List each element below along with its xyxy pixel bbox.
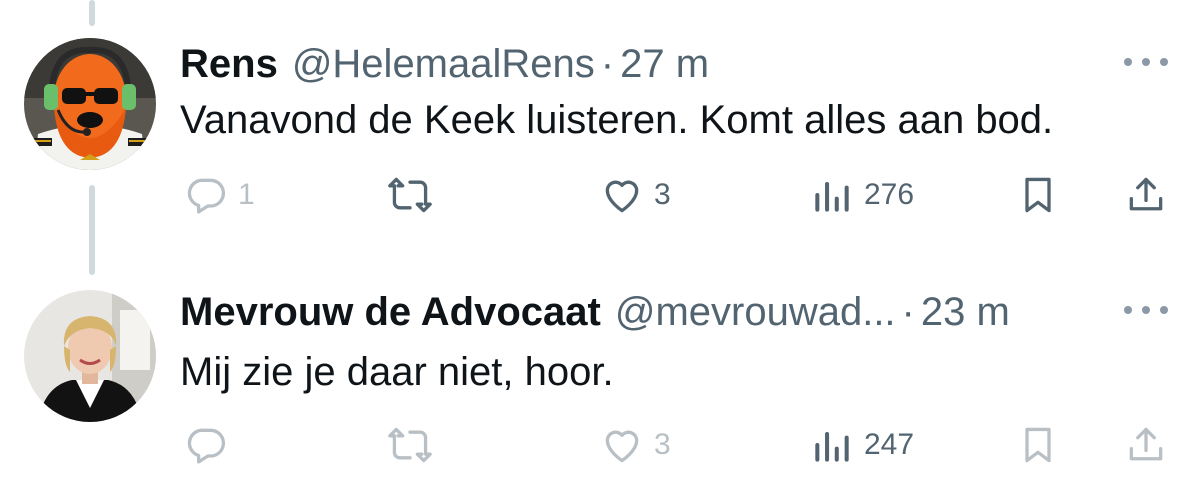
timestamp[interactable]: 23 m <box>921 290 1010 335</box>
heart-icon <box>605 430 639 463</box>
display-name[interactable]: Mevrouw de Advocaat <box>180 290 601 335</box>
action-bar: 3 247 <box>0 415 1200 475</box>
view-count: 247 <box>864 428 915 461</box>
like-count: 3 <box>654 428 671 461</box>
tweet-mevrouw[interactable]: Mevrouw de Advocaat @mevrouwad... · 23 m… <box>0 0 1200 494</box>
separator-dot: · <box>901 289 915 334</box>
bookmark-button[interactable] <box>1016 415 1060 475</box>
tweet-header: Mevrouw de Advocaat @mevrouwad... · 23 m <box>180 290 1010 334</box>
reply-button[interactable] <box>184 415 228 475</box>
share-icon <box>1129 427 1163 461</box>
retweet-icon <box>388 427 432 463</box>
bookmark-icon <box>1025 427 1051 463</box>
views-button[interactable]: 247 <box>810 415 914 475</box>
reply-icon <box>187 428 226 464</box>
like-button[interactable]: 3 <box>600 415 671 475</box>
retweet-button[interactable] <box>388 415 432 475</box>
tweet-text: Mij zie je daar niet, hoor. <box>180 350 614 394</box>
user-handle[interactable]: @mevrouwad... <box>615 290 896 335</box>
avatar-mevrouw[interactable] <box>24 290 156 422</box>
share-button[interactable] <box>1124 415 1168 475</box>
more-options-icon[interactable] <box>1124 300 1168 320</box>
views-icon <box>815 431 849 462</box>
